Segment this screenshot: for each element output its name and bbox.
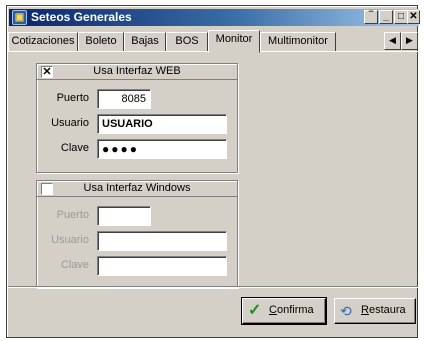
maximize-button[interactable]: □ [394, 10, 408, 24]
web-clave-row: Clave ●●●● [37, 139, 237, 159]
tab-scroll-right-icon[interactable]: ▶ [401, 32, 418, 50]
confirm-button-hotkey: C [269, 304, 277, 316]
web-group-header: ✕ Usa Interfaz WEB [37, 64, 237, 80]
windows-usuario-label: Usuario [51, 234, 89, 246]
tab-boleto[interactable]: Boleto [78, 32, 124, 52]
web-usuario-row: Usuario USUARIO [37, 114, 237, 134]
windows-puerto-input[interactable] [97, 206, 151, 226]
restore-button-hotkey: R [361, 304, 369, 316]
window-title: Seteos Generales [31, 10, 132, 24]
windows-clave-label: Clave [60, 259, 89, 271]
refresh-icon: ⟲ [340, 303, 352, 319]
restore-settings-button[interactable]: ⟲ Restaura [334, 298, 416, 324]
app-icon: ▣ [12, 10, 27, 25]
windows-clave-row: Clave [37, 256, 237, 276]
settings-window: ▣ Seteos Generales ‾ _ □ ✕ Cotizaciones … [6, 5, 420, 338]
tab-scroll-left-icon[interactable]: ◀ [384, 32, 401, 50]
windows-interface-group: Usa Interfaz Windows Puerto Usuario Clav… [36, 180, 238, 288]
web-puerto-input[interactable]: 8085 [97, 89, 151, 109]
confirm-button-label: onfirma [276, 304, 314, 316]
windows-usuario-row: Usuario [37, 231, 237, 251]
windows-usuario-input[interactable] [97, 231, 227, 251]
restore-button-label: estaura [368, 304, 406, 316]
tab-multimonitor[interactable]: Multimonitor [260, 32, 336, 52]
web-clave-input[interactable]: ●●●● [97, 139, 227, 159]
windows-group-header: Usa Interfaz Windows [37, 181, 237, 197]
web-usuario-input[interactable]: USUARIO [97, 114, 227, 134]
windows-puerto-label: Puerto [56, 209, 89, 221]
windows-clave-input[interactable] [97, 256, 227, 276]
tab-bar: Cotizaciones Boleto Bajas BOS Monitor Mu… [8, 30, 418, 53]
tab-scroll-arrows: ◀ ▶ [384, 32, 418, 50]
minimize-button[interactable]: ‾ [364, 10, 378, 24]
tab-cotizaciones[interactable]: Cotizaciones [8, 32, 78, 52]
web-interface-group: ✕ Usa Interfaz WEB Puerto 8085 Usuario U… [36, 63, 238, 173]
web-usuario-label: Usuario [51, 117, 89, 129]
windows-puerto-row: Puerto [37, 206, 237, 226]
tab-monitor[interactable]: Monitor [208, 30, 260, 53]
web-puerto-row: Puerto 8085 [37, 89, 237, 109]
close-button[interactable]: ✕ [407, 10, 420, 24]
monitor-panel: ✕ Usa Interfaz WEB Puerto 8085 Usuario U… [8, 51, 418, 293]
web-puerto-label: Puerto [56, 92, 89, 104]
tab-bajas[interactable]: Bajas [124, 32, 166, 52]
restore-button[interactable]: _ [379, 10, 393, 24]
web-group-title: Usa Interfaz WEB [93, 65, 181, 77]
web-clave-label: Clave [60, 142, 89, 154]
title-bar[interactable]: ▣ Seteos Generales ‾ _ □ ✕ [9, 9, 420, 26]
windows-group-title: Usa Interfaz Windows [83, 182, 191, 194]
confirm-button[interactable]: ✓ Confirma [241, 297, 327, 325]
checkmark-icon: ✓ [248, 302, 262, 319]
button-bar: ✓ Confirma ⟲ Restaura [8, 286, 418, 336]
tab-bos[interactable]: BOS [166, 32, 208, 52]
